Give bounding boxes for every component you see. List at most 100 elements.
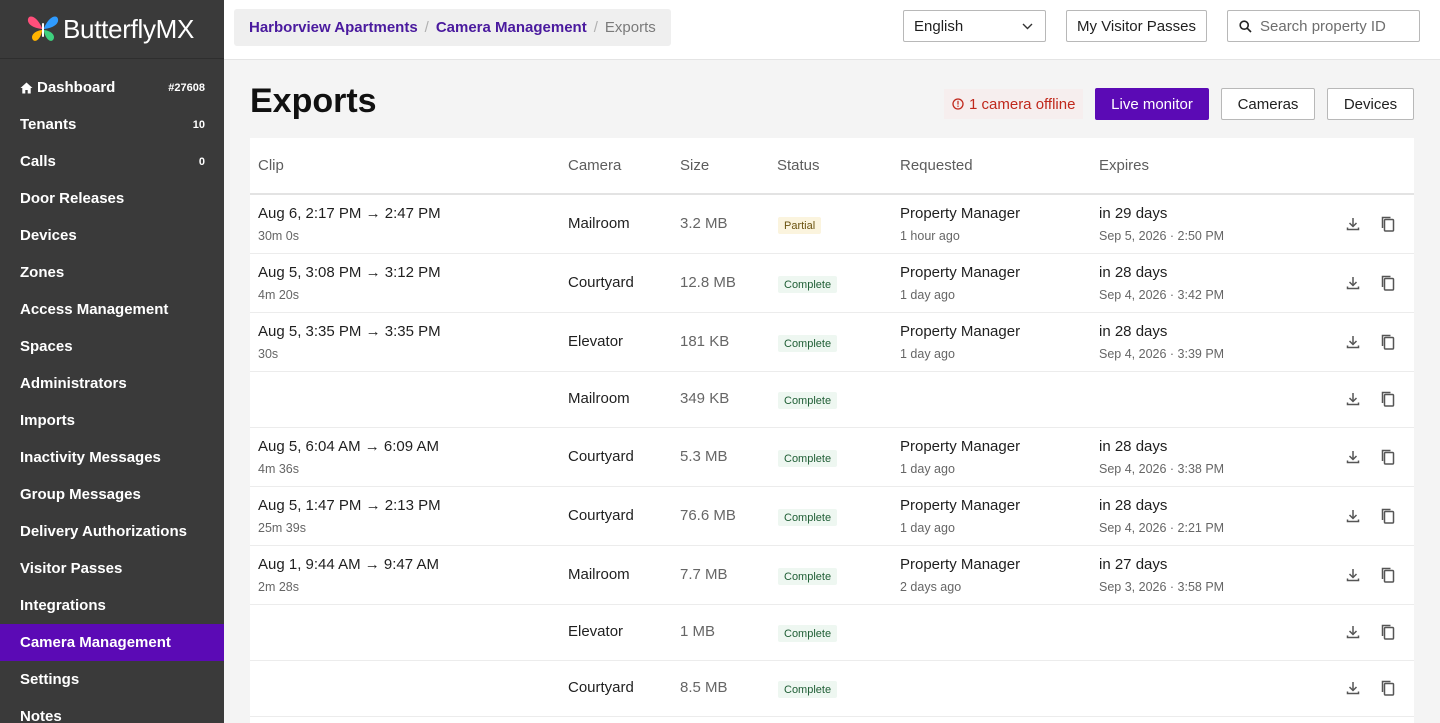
camera-name: Mailroom [568,215,630,232]
clip-duration: 25m 39s [258,521,306,535]
sidebar-item-tenants[interactable]: Tenants 10 [0,106,224,143]
column-header-status[interactable]: Status [777,157,820,174]
sidebar-item-inactivity-messages[interactable]: Inactivity Messages [0,439,224,476]
copy-link-icon[interactable] [1379,507,1397,525]
sidebar-item-label: Access Management [20,301,169,318]
file-size: 181 KB [680,333,730,350]
camera-name: Courtyard [568,507,634,524]
expires-at: Sep 3, 2026 · 3:58 PM [1099,580,1225,594]
copy-link-icon[interactable] [1379,274,1397,292]
sidebar-item-visitor-passes[interactable]: Visitor Passes [0,550,224,587]
devices-button[interactable]: Devices [1327,88,1414,120]
live-monitor-button[interactable]: Live monitor [1095,88,1209,120]
download-icon[interactable] [1344,274,1362,292]
download-icon[interactable] [1344,679,1362,697]
column-header-clip[interactable]: Clip [258,157,284,174]
search-property-input[interactable] [1260,17,1410,35]
file-size: 3.2 MB [680,215,728,232]
sidebar-item-label-wrap: Devices [20,227,77,244]
requested-by: Property Manager [900,264,1021,281]
brand[interactable]: ButterflyMX [0,0,224,59]
sidebar-item-label-wrap: Zones [20,264,64,281]
copy-link-icon[interactable] [1379,215,1397,233]
sidebar-item-label-wrap: Integrations [20,597,106,614]
sidebar-item-label-wrap: Settings [20,671,79,688]
cameras-button[interactable]: Cameras [1221,88,1315,120]
home-icon [20,82,33,93]
copy-link-icon[interactable] [1379,679,1397,697]
sidebar-item-label-wrap: Dashboard [20,79,115,96]
download-icon[interactable] [1344,623,1362,641]
sidebar-item-devices[interactable]: Devices [0,217,224,254]
file-size: 349 KB [680,390,730,407]
clip-range: Aug 1, 9:44 AM → 9:47 AM [258,556,439,573]
column-header-size[interactable]: Size [680,157,709,174]
expires-at: Sep 4, 2026 · 3:42 PM [1099,288,1225,302]
sidebar-item-count-badge: 0 [198,155,205,168]
sidebar-item-imports[interactable]: Imports [0,402,224,439]
breadcrumb-separator: / [424,19,429,36]
requested-ago: 1 day ago [900,521,955,535]
breadcrumb-section-link[interactable]: Camera Management [436,19,587,36]
sidebar-item-label: Devices [20,227,77,244]
expires-in: in 28 days [1099,323,1168,340]
clip-range: Aug 5, 1:47 PM → 2:13 PM [258,497,441,514]
sidebar-item-dashboard[interactable]: Dashboard #27608 [0,69,224,106]
download-icon[interactable] [1344,390,1362,408]
sidebar-item-camera-management[interactable]: Camera Management [0,624,224,661]
camera-offline-alert[interactable]: 1 camera offline [944,89,1084,119]
sidebar-item-label-wrap: Tenants [20,116,76,133]
sidebar-item-label-wrap: Access Management [20,301,168,318]
column-header-camera[interactable]: Camera [568,157,621,174]
sidebar-item-administrators[interactable]: Administrators [0,365,224,402]
table-row: Aug 5, 1:47 PM → 2:13 PM 25m 39s Property … [250,487,1414,546]
requested-ago: 1 day ago [900,347,955,361]
top-header: Harborview Apartments / Camera Managemen… [224,0,1440,60]
sidebar-item-label: Inactivity Messages [20,449,161,466]
download-icon[interactable] [1344,507,1362,525]
requested-by: Property Manager [900,556,1021,573]
sidebar-item-spaces[interactable]: Spaces [0,328,224,365]
expires-in: in 27 days [1099,556,1168,573]
breadcrumb-property-link[interactable]: Harborview Apartments [249,19,418,36]
file-size: 7.7 MB [680,566,728,583]
sidebar-item-label-wrap: Delivery Authorizations [20,523,187,540]
copy-link-icon[interactable] [1379,623,1397,641]
sidebar-item-door-releases[interactable]: Door Releases [0,180,224,217]
sidebar-item-label-wrap: Imports [20,412,75,429]
sidebar-item-settings[interactable]: Settings [0,661,224,698]
requested-ago: 1 day ago [900,288,955,302]
sidebar-item-label-wrap: Inactivity Messages [20,449,161,466]
copy-link-icon[interactable] [1379,566,1397,584]
language-select[interactable]: English [903,10,1046,42]
sidebar-item-label: Administrators [20,375,127,392]
sidebar-item-notes[interactable]: Notes [0,698,224,723]
sidebar-item-zones[interactable]: Zones [0,254,224,291]
column-header-requested[interactable]: Requested [900,157,973,174]
sidebar-item-label: Tenants [20,116,77,133]
file-size: 1 MB [680,623,716,640]
table-row: Aug 5, 3:08 PM → 3:12 PM 4m 20s Property M… [250,254,1414,313]
copy-link-icon[interactable] [1379,448,1397,466]
sidebar-item-group-messages[interactable]: Group Messages [0,476,224,513]
download-icon[interactable] [1344,566,1362,584]
alert-circle-icon [952,98,964,110]
sidebar-item-calls[interactable]: Calls 0 [0,143,224,180]
camera-name: Courtyard [568,448,634,465]
sidebar-item-delivery-authorizations[interactable]: Delivery Authorizations [0,513,224,550]
sidebar-item-access-management[interactable]: Access Management [0,291,224,328]
expires-in: in 28 days [1099,497,1168,514]
requested-by: Property Manager [900,438,1021,455]
download-icon[interactable] [1344,333,1362,351]
my-visitor-passes-button[interactable]: My Visitor Passes [1066,10,1207,42]
download-icon[interactable] [1344,215,1362,233]
copy-link-icon[interactable] [1379,333,1397,351]
sidebar-item-label-wrap: Door Releases [20,190,124,207]
column-header-expires[interactable]: Expires [1099,157,1149,174]
sidebar-item-label: Door Releases [20,190,125,207]
expires-at: Sep 5, 2026 · 2:50 PM [1099,229,1225,243]
copy-link-icon[interactable] [1379,390,1397,408]
camera-name: Courtyard [568,274,634,291]
sidebar-item-integrations[interactable]: Integrations [0,587,224,624]
download-icon[interactable] [1344,448,1362,466]
